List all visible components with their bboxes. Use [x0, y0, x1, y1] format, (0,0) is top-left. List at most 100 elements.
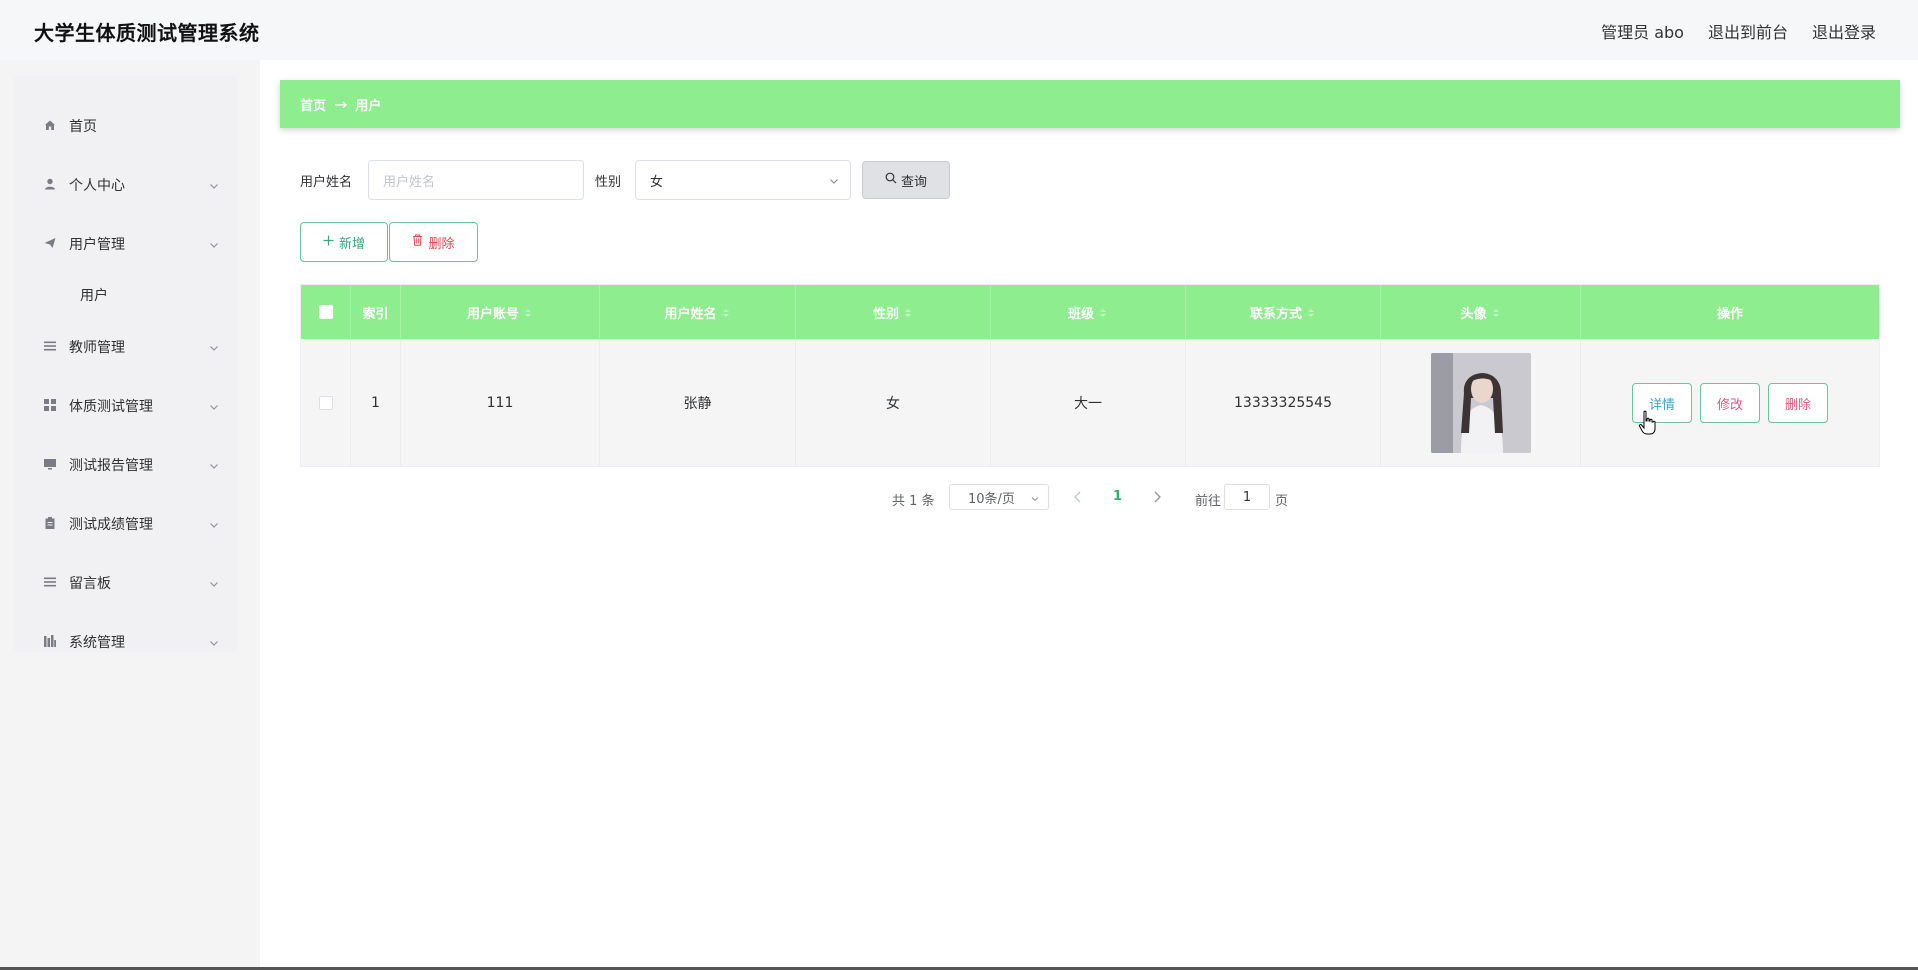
chevron-down-icon [208, 177, 220, 189]
chevron-down-icon [208, 575, 220, 587]
sidebar-item-teacher-management[interactable]: 教师管理 [14, 326, 238, 366]
sort-icon[interactable] [1098, 307, 1108, 317]
goto-page-input[interactable]: 1 [1224, 484, 1270, 510]
page-size-select[interactable]: 10条/页 [949, 484, 1049, 510]
sidebar-item-message-board[interactable]: 留言板 [14, 562, 238, 602]
sidebar-menu: 首页 个人中心 用户管理 用户 教师管理 体质测试管理 测试报告管理 测试成绩管… [14, 76, 238, 652]
name-filter-label: 用户姓名 [300, 175, 353, 190]
search-icon [885, 172, 897, 188]
column-header-label: 操作 [1716, 306, 1743, 322]
sidebar-item-label: 系统管理 [69, 635, 125, 651]
cell-phone: 13333325545 [1186, 339, 1381, 467]
add-button[interactable]: 新增 [300, 222, 388, 262]
cell-actions: 详情 修改 删除 [1581, 339, 1879, 467]
delete-button[interactable]: 删除 [1768, 383, 1828, 423]
sidebar-item-label: 测试成绩管理 [69, 517, 153, 533]
home-icon [44, 119, 56, 131]
name-search-placeholder: 用户姓名 [383, 174, 436, 190]
next-page-icon[interactable] [1151, 490, 1163, 504]
hand-cursor-icon [1638, 410, 1656, 436]
sidebar-item-label: 留言板 [69, 576, 111, 592]
sidebar: 首页 个人中心 用户管理 用户 教师管理 体质测试管理 测试报告管理 测试成绩管… [0, 60, 260, 970]
list-icon [44, 576, 56, 588]
breadcrumb-separator: → [334, 94, 348, 114]
breadcrumb: 首页 → 用户 [280, 80, 1900, 128]
table-header: 索引 用户账号 用户姓名 性别 班级 联系方式 头像 操作 [301, 285, 1879, 339]
sidebar-subitem-users[interactable]: 用户 [14, 274, 238, 314]
column-header-name[interactable]: 用户姓名 [600, 285, 796, 339]
select-all-checkbox[interactable] [318, 305, 333, 319]
query-button[interactable]: 查询 [862, 161, 950, 199]
column-header-label: 头像 [1460, 306, 1487, 322]
sidebar-item-personal-center[interactable]: 个人中心 [14, 164, 238, 204]
sidebar-item-label: 测试报告管理 [69, 458, 153, 474]
to-frontend-link[interactable]: 退出到前台 [1708, 19, 1788, 43]
sidebar-item-label: 个人中心 [69, 178, 125, 194]
sort-icon[interactable] [523, 307, 533, 317]
column-header-account[interactable]: 用户账号 [401, 285, 600, 339]
sort-icon[interactable] [903, 307, 913, 317]
sidebar-item-label: 用户 [80, 288, 108, 304]
column-header-gender[interactable]: 性别 [796, 285, 991, 339]
sidebar-item-home[interactable]: 首页 [14, 105, 238, 145]
logout-link[interactable]: 退出登录 [1812, 19, 1876, 43]
pagination-total: 共 1 条 [892, 494, 935, 509]
sidebar-item-user-management[interactable]: 用户管理 [14, 223, 238, 263]
cell-name: 张静 [600, 339, 796, 467]
admin-label: 管理员 abo [1601, 23, 1684, 42]
breadcrumb-home[interactable]: 首页 [300, 95, 326, 114]
column-header-phone[interactable]: 联系方式 [1186, 285, 1381, 339]
select-all-header [301, 285, 351, 339]
column-header-class[interactable]: 班级 [991, 285, 1186, 339]
breadcrumb-current: 用户 [355, 98, 382, 114]
sidebar-item-system-management[interactable]: 系统管理 [14, 621, 238, 661]
sidebar-item-label: 首页 [69, 119, 97, 135]
name-search-input[interactable]: 用户姓名 [368, 160, 584, 200]
user-icon [44, 178, 56, 190]
page-size-value: 10条/页 [968, 491, 1015, 507]
grid-icon [44, 399, 56, 411]
sidebar-item-fitness-test-management[interactable]: 体质测试管理 [14, 385, 238, 425]
list-icon [44, 340, 56, 352]
chevron-down-icon [208, 339, 220, 351]
top-header: 大学生体质测试管理系统 管理员 abo 退出到前台 退出登录 [0, 0, 1918, 60]
sort-icon[interactable] [1491, 307, 1501, 317]
chevron-down-icon [208, 398, 220, 410]
column-header-avatar[interactable]: 头像 [1381, 285, 1581, 339]
cell-avatar [1381, 339, 1581, 467]
chevron-down-icon [208, 457, 220, 469]
header-links: 管理员 abo 退出到前台 退出登录 [1601, 19, 1876, 43]
row-checkbox[interactable] [318, 396, 333, 410]
sort-icon[interactable] [721, 307, 731, 317]
sidebar-item-label: 用户管理 [69, 237, 125, 253]
paper-plane-icon [44, 237, 56, 249]
column-header-actions: 操作 [1581, 285, 1879, 339]
page-number-active[interactable]: 1 [1113, 489, 1122, 504]
app-title: 大学生体质测试管理系统 [34, 21, 260, 45]
plus-icon [323, 235, 334, 250]
edit-button[interactable]: 修改 [1700, 383, 1760, 423]
chevron-up-icon [208, 236, 220, 248]
pagination: 共 1 条 10条/页 1 前往 1 页 [0, 484, 1918, 512]
gender-select-value: 女 [650, 174, 664, 190]
avatar[interactable] [1430, 353, 1531, 453]
clipboard-icon [44, 517, 56, 529]
page-unit-label: 页 [1275, 494, 1289, 509]
column-header-label: 索引 [362, 306, 389, 322]
column-header-label: 班级 [1067, 306, 1094, 322]
sort-icon[interactable] [1306, 307, 1316, 317]
sidebar-item-label: 体质测试管理 [69, 399, 153, 415]
cell-account: 111 [401, 339, 600, 467]
sidebar-item-test-report-management[interactable]: 测试报告管理 [14, 444, 238, 484]
chevron-down-icon [208, 516, 220, 528]
add-button-label: 新增 [338, 236, 365, 252]
gender-select[interactable]: 女 [635, 160, 851, 200]
cell-class: 大一 [991, 339, 1186, 467]
column-header-label: 用户账号 [466, 306, 519, 322]
batch-delete-button[interactable]: 删除 [389, 222, 478, 262]
trash-icon [412, 234, 423, 250]
sidebar-item-label: 教师管理 [69, 340, 125, 356]
chevron-down-icon [208, 634, 220, 646]
prev-page-icon[interactable] [1072, 490, 1084, 504]
chevron-down-icon [828, 175, 840, 187]
